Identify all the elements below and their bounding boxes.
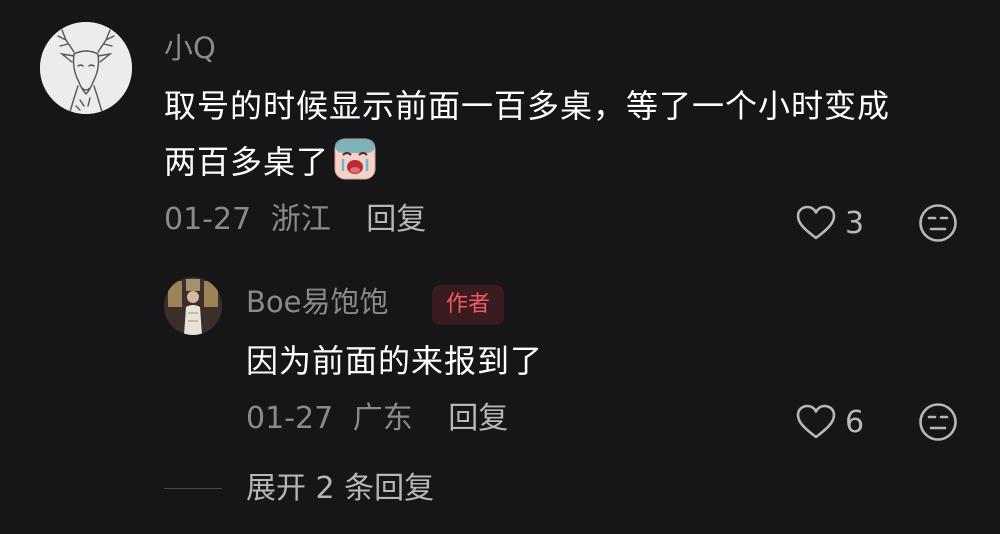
reply-button[interactable]: 回复	[366, 202, 426, 237]
author-photo-icon	[164, 277, 222, 335]
reply-like-button[interactable]	[796, 404, 836, 444]
comment-text: 取号的时候显示前面一百多桌，等了一个小时变成 两百多桌了	[164, 78, 890, 190]
comment-meta: 01-27 浙江 回复	[164, 205, 426, 235]
comment-location: 浙江	[270, 202, 331, 237]
heart-icon	[796, 404, 836, 439]
comment-text-line: 两百多桌了	[164, 134, 890, 190]
reply-date: 01-27	[246, 401, 334, 436]
author-badge: 作者	[432, 285, 505, 325]
dislike-button[interactable]	[918, 203, 958, 247]
username[interactable]: 小Q	[164, 34, 216, 63]
reply-meta: 01-27 广东 回复	[246, 404, 508, 434]
neutral-face-icon	[919, 403, 957, 441]
comment-date: 01-27	[164, 202, 252, 237]
crying-face-emoji-icon	[333, 137, 377, 181]
expand-replies-button[interactable]: 展开 2 条回复	[246, 474, 434, 504]
comment-text-end: 两百多桌了	[164, 143, 330, 181]
reply-username[interactable]: Boe易饱饱	[246, 288, 388, 317]
reply-text: 因为前面的来报到了	[246, 342, 544, 380]
avatar[interactable]	[40, 22, 132, 114]
heart-icon	[796, 205, 836, 240]
deer-sketch-icon	[40, 22, 132, 114]
comment-text-line: 取号的时候显示前面一百多桌，等了一个小时变成	[164, 87, 891, 125]
reply-dislike-button[interactable]	[918, 402, 958, 446]
like-count: 3	[845, 206, 865, 241]
divider	[164, 488, 222, 489]
like-button[interactable]	[796, 205, 836, 245]
reply-like-count: 6	[845, 405, 865, 440]
reply-reply-button[interactable]: 回复	[448, 401, 508, 436]
reply-location: 广东	[352, 401, 413, 436]
neutral-face-icon	[919, 204, 957, 242]
reply-avatar[interactable]	[164, 277, 222, 335]
